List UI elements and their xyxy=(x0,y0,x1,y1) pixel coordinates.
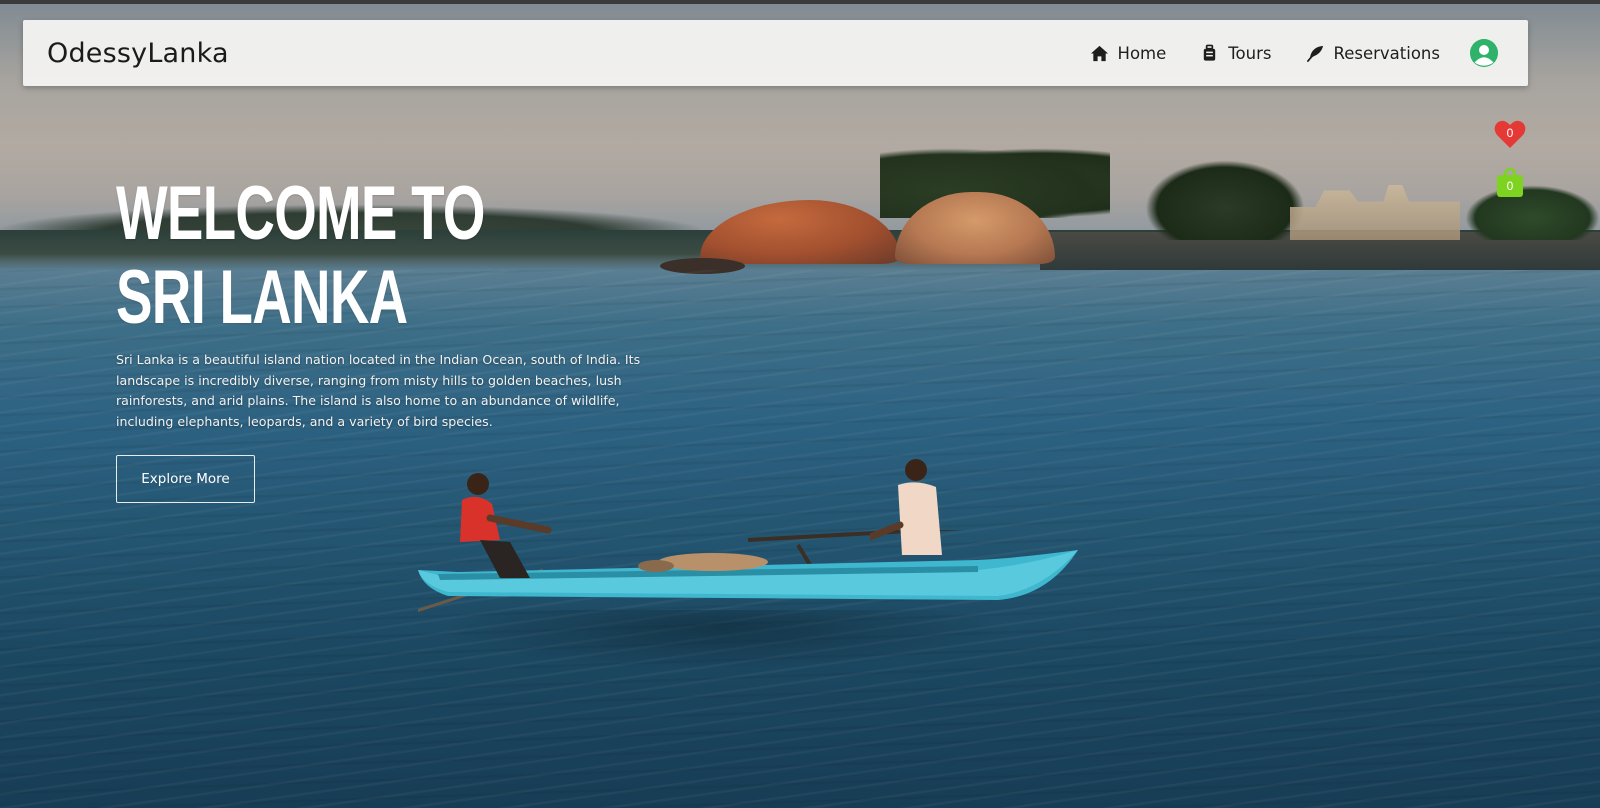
hero-title-line: WELCOME TO xyxy=(116,171,485,256)
favorites-counter[interactable]: 0 xyxy=(1494,119,1526,149)
hero-description: Sri Lanka is a beautiful island nation l… xyxy=(116,352,641,429)
nav-item-reservations[interactable]: Reservations xyxy=(1306,43,1441,63)
cart-counter[interactable]: 0 xyxy=(1496,166,1524,198)
suitcase-icon xyxy=(1204,44,1216,61)
nav-item-label: Home xyxy=(1117,43,1167,63)
home-icon xyxy=(1090,45,1108,61)
user-avatar-icon xyxy=(1470,39,1498,67)
nav-item-label: Reservations xyxy=(1333,43,1441,63)
nav-item-label: Tours xyxy=(1228,43,1272,63)
explore-more-button[interactable]: Explore More xyxy=(116,455,255,503)
favorites-count: 0 xyxy=(1506,126,1514,140)
top-edge-line xyxy=(0,0,1600,4)
temple-building xyxy=(1290,185,1460,240)
cart-count: 0 xyxy=(1506,179,1514,193)
user-account-button[interactable] xyxy=(1470,39,1498,67)
red-rock-hill xyxy=(700,200,900,264)
nav-item-home[interactable]: Home xyxy=(1090,43,1167,63)
brand-logo[interactable]: OdessyLanka xyxy=(47,38,229,69)
nav-links: Home Tours Reservations xyxy=(1056,39,1498,67)
feather-icon xyxy=(1306,45,1323,62)
top-navbar: OdessyLanka Home Tours Reservations xyxy=(23,20,1528,86)
boatman-white-shirt-image xyxy=(870,459,942,555)
tree-cluster xyxy=(1145,160,1305,240)
boatman-red-shirt-image xyxy=(460,473,552,578)
hero-title-line: SRI LANKA xyxy=(116,255,408,340)
tree-cluster xyxy=(1465,185,1600,240)
nav-item-tours[interactable]: Tours xyxy=(1200,43,1272,63)
hero-title: WELCOME TO SRI LANKA xyxy=(116,172,485,340)
